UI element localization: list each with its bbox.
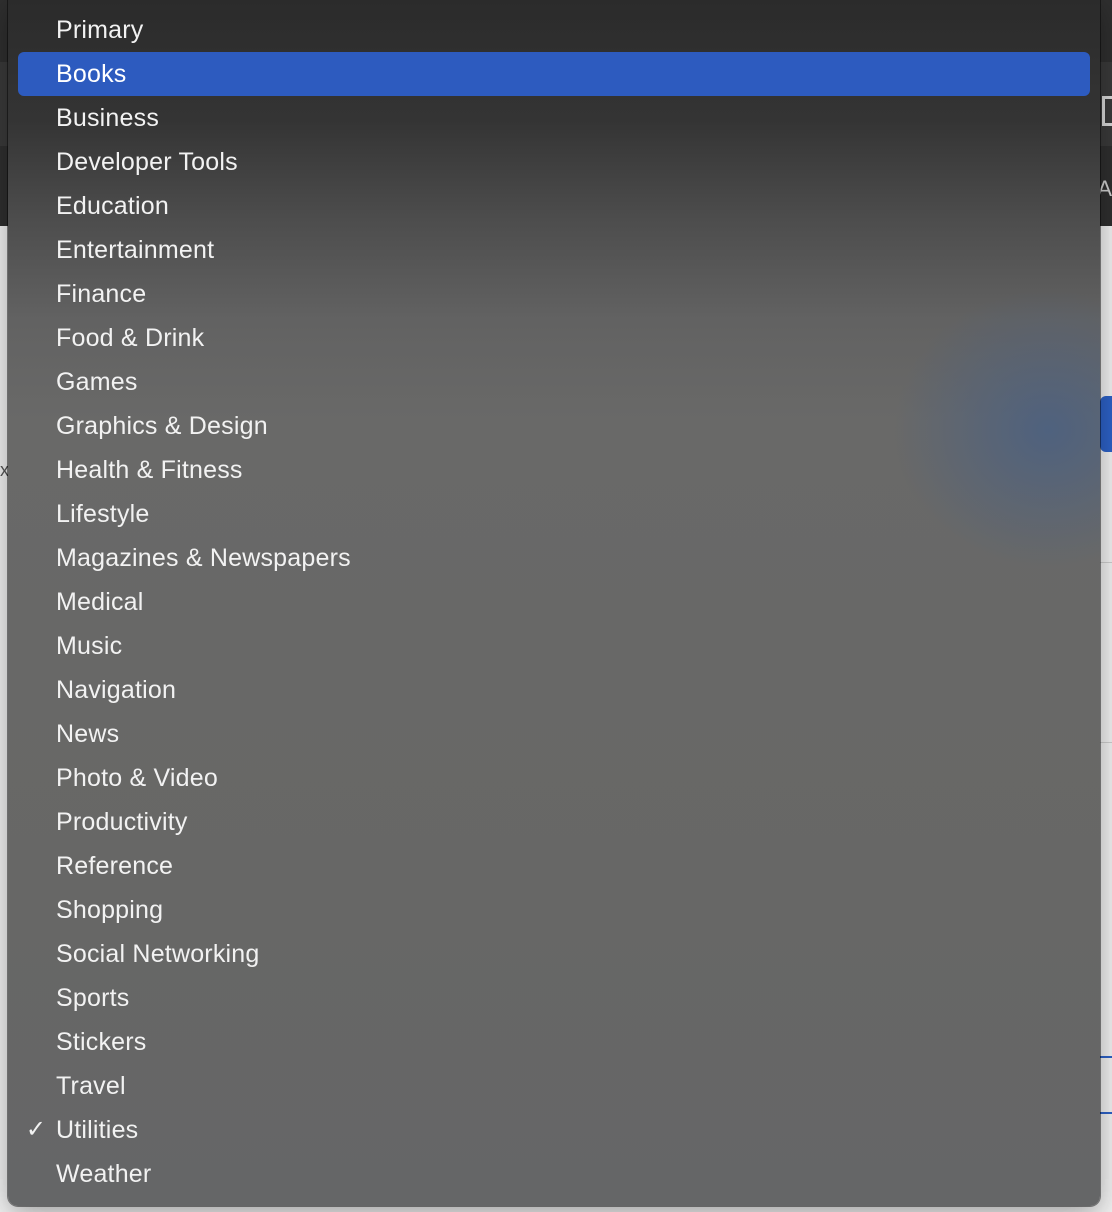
menu-item-developer-tools[interactable]: Developer Tools [18,140,1090,184]
menu-item-magazines-and-newspapers[interactable]: Magazines & Newspapers [18,536,1090,580]
menu-item-label: Weather [56,1160,152,1188]
background-bracket-icon [1102,96,1112,126]
menu-item-label: Reference [56,852,174,880]
menu-item-games[interactable]: Games [18,360,1090,404]
menu-item-entertainment[interactable]: Entertainment [18,228,1090,272]
menu-item-label: News [56,720,120,748]
menu-item-label: Navigation [56,676,177,704]
menu-item-utilities[interactable]: ✓ Utilities [18,1108,1090,1152]
menu-item-sports[interactable]: Sports [18,976,1090,1020]
menu-item-label: Social Networking [56,940,260,968]
menu-item-label: Entertainment [56,236,215,264]
menu-item-label: Productivity [56,808,188,836]
menu-item-health-and-fitness[interactable]: Health & Fitness [18,448,1090,492]
menu-item-label: Stickers [56,1028,147,1056]
menu-item-primary[interactable]: Primary [18,8,1090,52]
menu-item-label: Shopping [56,896,164,924]
menu-item-label: Medical [56,588,144,616]
menu-item-shopping[interactable]: Shopping [18,888,1090,932]
background-primary-button[interactable] [1100,396,1112,452]
category-menu-list: Primary Books Business Developer Tools Educa… [8,0,1100,1196]
menu-item-reference[interactable]: Reference [18,844,1090,888]
menu-item-news[interactable]: News [18,712,1090,756]
menu-item-label: Graphics & Design [56,412,268,440]
menu-item-education[interactable]: Education [18,184,1090,228]
menu-item-social-networking[interactable]: Social Networking [18,932,1090,976]
menu-item-music[interactable]: Music [18,624,1090,668]
menu-item-graphics-and-design[interactable]: Graphics & Design [18,404,1090,448]
menu-item-stickers[interactable]: Stickers [18,1020,1090,1064]
menu-item-label: Sports [56,984,130,1012]
menu-item-business[interactable]: Business [18,96,1090,140]
menu-item-label: Magazines & Newspapers [56,544,351,572]
menu-item-photo-and-video[interactable]: Photo & Video [18,756,1090,800]
menu-item-label: Food & Drink [56,324,205,352]
menu-item-label: Developer Tools [56,148,238,176]
menu-item-label: Photo & Video [56,764,218,792]
menu-item-books[interactable]: Books [18,52,1090,96]
menu-item-label: Games [56,368,138,396]
menu-item-label: Lifestyle [56,500,150,528]
menu-item-lifestyle[interactable]: Lifestyle [18,492,1090,536]
menu-item-label: Business [56,104,160,132]
menu-item-finance[interactable]: Finance [18,272,1090,316]
menu-item-navigation[interactable]: Navigation [18,668,1090,712]
menu-item-label: Music [56,632,123,660]
menu-item-label: Education [56,192,169,220]
menu-item-label: Utilities [56,1116,139,1144]
menu-item-label: Books [56,60,127,88]
menu-item-label: Finance [56,280,147,308]
menu-item-medical[interactable]: Medical [18,580,1090,624]
background-divider [1098,742,1112,743]
category-popup-menu: Primary Books Business Developer Tools Educa… [8,0,1100,1206]
menu-item-label: Health & Fitness [56,456,243,484]
menu-item-productivity[interactable]: Productivity [18,800,1090,844]
menu-item-food-and-drink[interactable]: Food & Drink [18,316,1090,360]
menu-item-travel[interactable]: Travel [18,1064,1090,1108]
checkmark-icon: ✓ [25,1116,47,1143]
background-focused-field[interactable] [1100,1056,1112,1114]
background-divider [1098,562,1112,563]
menu-item-label: Travel [56,1072,126,1100]
menu-item-label: Primary [56,16,144,44]
menu-item-weather[interactable]: Weather [18,1152,1090,1196]
